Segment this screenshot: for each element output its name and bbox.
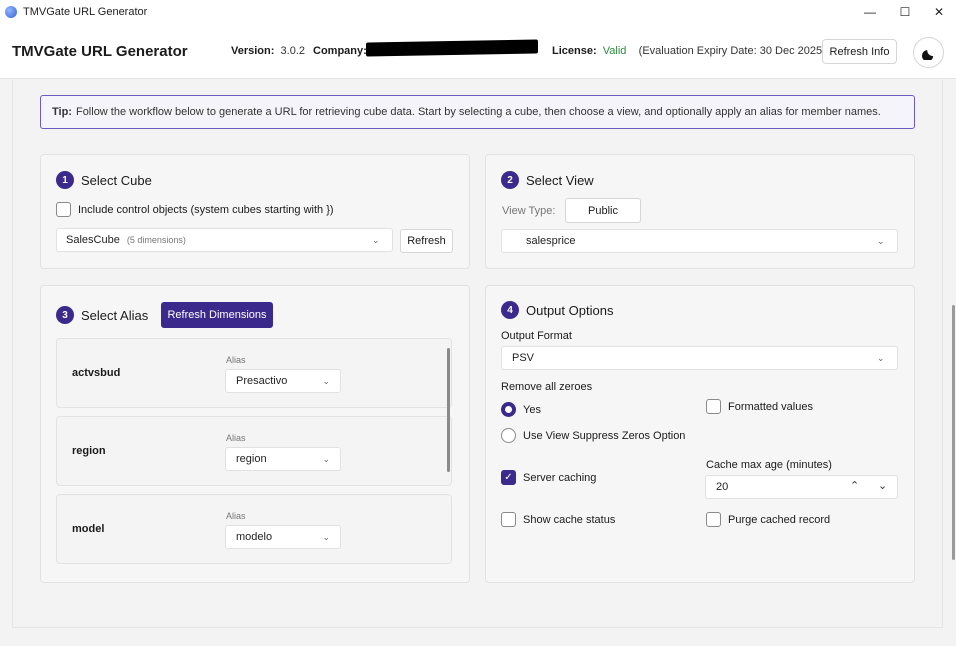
- chevron-down-icon: ⌄: [322, 376, 330, 386]
- cache-max-age-value: 20: [716, 481, 729, 493]
- show-cache-status-label: Show cache status: [523, 513, 616, 526]
- step-badge-2: 2: [501, 171, 519, 189]
- company-label: Company:: [313, 45, 367, 57]
- chevron-down-icon: ⌄: [322, 454, 330, 464]
- alias-field-label: Alias: [226, 433, 246, 443]
- alias-select[interactable]: region ⌄: [225, 447, 341, 471]
- dimension-name: region: [72, 445, 106, 457]
- server-caching-checkbox[interactable]: ✓: [501, 470, 516, 485]
- view-select[interactable]: salesprice ⌄: [501, 229, 898, 253]
- step-badge-3: 3: [56, 306, 74, 324]
- remove-zeroes-label: Remove all zeroes: [501, 381, 593, 393]
- company-info: Company:: [313, 45, 367, 57]
- output-format-select[interactable]: PSV ⌄: [501, 346, 898, 370]
- window-scrollbar[interactable]: [952, 305, 955, 560]
- app-logo-icon: [5, 6, 17, 18]
- chevron-down-icon: ⌄: [372, 235, 380, 245]
- chevron-down-icon: ⌄: [877, 236, 885, 246]
- purge-cached-checkbox[interactable]: [706, 512, 721, 527]
- license-expiry: (Evaluation Expiry Date: 30 Dec 2025): [638, 45, 826, 57]
- server-caching-label: Server caching: [523, 471, 597, 484]
- tip-banner: Tip: Follow the workflow below to genera…: [40, 95, 915, 129]
- app-title: TMVGate URL Generator: [12, 43, 188, 60]
- select-cube-header: 1 Select Cube: [56, 171, 152, 189]
- tip-prefix: Tip:: [52, 106, 72, 118]
- select-cube-title: Select Cube: [81, 172, 152, 188]
- alias-list-scrollbar[interactable]: [447, 348, 450, 472]
- cube-select-value: SalesCube: [66, 234, 120, 246]
- include-control-row[interactable]: Include control objects (system cubes st…: [56, 202, 334, 217]
- close-window-button[interactable]: ✕: [922, 0, 956, 24]
- chevron-down-icon: ⌄: [877, 353, 885, 363]
- alias-list-item: actvsbud Alias Presactivo ⌄: [56, 338, 452, 408]
- theme-toggle-button[interactable]: [913, 37, 944, 68]
- include-control-label: Include control objects (system cubes st…: [78, 203, 334, 216]
- view-select-value: salesprice: [526, 235, 576, 247]
- alias-select-value: Presactivo: [236, 375, 288, 387]
- chevron-down-icon: ⌄: [322, 532, 330, 542]
- formatted-values-label: Formatted values: [728, 400, 813, 413]
- redacted-company-name: [366, 39, 538, 57]
- refresh-cubes-button[interactable]: Refresh: [400, 229, 453, 253]
- step-badge-1: 1: [56, 171, 74, 189]
- minimize-button[interactable]: —: [853, 0, 887, 24]
- alias-select-value: modelo: [236, 531, 273, 543]
- purge-cached-row[interactable]: Purge cached record: [706, 512, 830, 527]
- alias-list-item: model Alias modelo ⌄: [56, 494, 452, 564]
- refresh-dimensions-button[interactable]: Refresh Dimensions: [161, 302, 273, 328]
- zero-yes-label: Yes: [523, 403, 541, 416]
- show-cache-status-checkbox[interactable]: [501, 512, 516, 527]
- alias-list-item: region Alias region ⌄: [56, 416, 452, 486]
- show-cache-status-row[interactable]: Show cache status: [501, 512, 615, 527]
- select-view-title: Select View: [526, 172, 594, 188]
- zero-option-yes[interactable]: Yes: [501, 402, 541, 417]
- version-value: 3.0.2: [280, 45, 305, 57]
- select-view-header: 2 Select View: [501, 171, 594, 189]
- tip-text: Follow the workflow below to generate a …: [75, 106, 881, 118]
- app-header: TMVGate URL Generator Version: 3.0.2 Com…: [0, 24, 956, 79]
- select-alias-header: 3 Select Alias: [56, 306, 148, 324]
- maximize-button[interactable]: ☐: [888, 0, 922, 24]
- formatted-values-row[interactable]: Formatted values: [706, 399, 813, 414]
- output-format-value: PSV: [512, 352, 535, 364]
- alias-select[interactable]: Presactivo ⌄: [225, 369, 341, 393]
- chevron-down-icon[interactable]: ⌄: [878, 479, 887, 492]
- alias-select[interactable]: modelo ⌄: [225, 525, 341, 549]
- zero-option-view-suppress[interactable]: Use View Suppress Zeros Option: [501, 428, 685, 443]
- include-control-checkbox[interactable]: [56, 202, 71, 217]
- formatted-values-checkbox[interactable]: [706, 399, 721, 414]
- cube-dimension-hint: (5 dimensions): [126, 235, 186, 245]
- license-info: License: Valid (Evaluation Expiry Date: …: [552, 45, 826, 57]
- output-options-title: Output Options: [526, 302, 614, 318]
- dimension-name: model: [72, 523, 105, 535]
- moon-icon: [921, 50, 934, 60]
- output-options-header: 4 Output Options: [501, 301, 613, 319]
- cube-select[interactable]: SalesCube (5 dimensions) ⌄: [56, 228, 393, 252]
- license-label: License:: [552, 45, 597, 57]
- cache-max-age-label: Cache max age (minutes): [706, 459, 832, 471]
- alias-list: actvsbud Alias Presactivo ⌄ region Alias…: [56, 338, 452, 568]
- alias-field-label: Alias: [226, 355, 246, 365]
- view-type-label: View Type:: [502, 205, 556, 217]
- refresh-info-button[interactable]: Refresh Info: [822, 39, 897, 64]
- select-alias-title: Select Alias: [81, 307, 149, 323]
- cache-max-age-stepper[interactable]: 20 ⌃ ⌄: [705, 475, 898, 499]
- server-caching-row[interactable]: ✓ Server caching: [501, 470, 596, 485]
- step-badge-4: 4: [501, 301, 519, 319]
- zero-view-suppress-radio[interactable]: [501, 428, 516, 443]
- output-format-label: Output Format: [501, 330, 572, 342]
- alias-select-value: region: [236, 453, 267, 465]
- zero-yes-radio[interactable]: [501, 402, 516, 417]
- dimension-name: actvsbud: [72, 367, 121, 379]
- window-titlebar: TMVGate URL Generator — ☐ ✕: [0, 0, 956, 24]
- window-title: TMVGate URL Generator: [23, 6, 148, 18]
- view-type-public-button[interactable]: Public: [565, 198, 641, 223]
- version-label: Version:: [231, 45, 275, 57]
- zero-view-suppress-label: Use View Suppress Zeros Option: [523, 429, 686, 442]
- alias-field-label: Alias: [226, 511, 246, 521]
- license-status: Valid: [602, 45, 627, 57]
- chevron-up-icon[interactable]: ⌃: [850, 479, 859, 492]
- purge-cached-label: Purge cached record: [728, 513, 831, 526]
- version-info: Version: 3.0.2: [231, 45, 305, 57]
